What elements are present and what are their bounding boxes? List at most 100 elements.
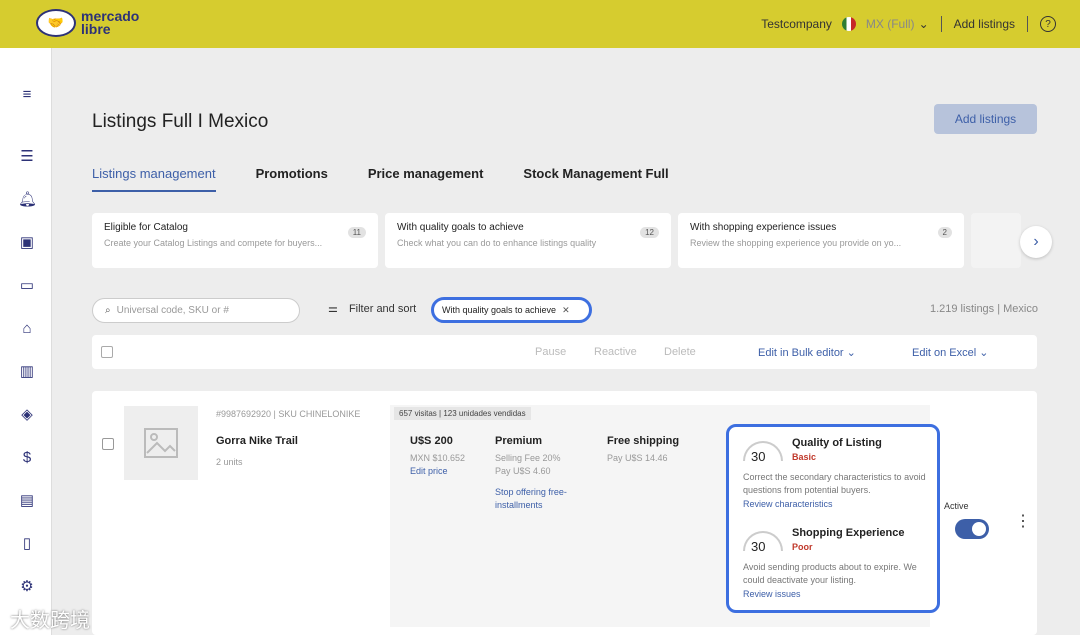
receipt-icon[interactable]: ▤ bbox=[18, 492, 36, 510]
card-eligible-catalog[interactable]: Eligible for Catalog Create your Catalog… bbox=[92, 213, 378, 268]
listings-icon[interactable]: ☰ bbox=[18, 148, 36, 166]
company-name[interactable]: Testcompany bbox=[761, 17, 832, 31]
more-options-icon[interactable]: ⋮ bbox=[1015, 511, 1031, 531]
tab-stock-management-full[interactable]: Stock Management Full bbox=[523, 166, 668, 192]
close-icon[interactable]: ✕ bbox=[562, 305, 570, 316]
tab-promotions[interactable]: Promotions bbox=[256, 166, 328, 192]
count-badge: 11 bbox=[347, 227, 366, 238]
review-characteristics-link[interactable]: Review characteristics bbox=[743, 499, 833, 509]
shipping-pay: Pay U$S 14.46 bbox=[607, 453, 668, 463]
edit-price-link[interactable]: Edit price bbox=[410, 465, 465, 478]
card-title: Eligible for Catalog bbox=[104, 222, 188, 233]
divider bbox=[940, 16, 942, 32]
shopping-experience: 30 Shopping Experience Poor Avoid sendin… bbox=[743, 527, 923, 607]
tab-price-management[interactable]: Price management bbox=[368, 166, 484, 192]
add-listings-button[interactable]: Add listings bbox=[934, 104, 1037, 134]
handshake-icon: 🤝 bbox=[36, 9, 76, 37]
chip-label: With quality goals to achieve bbox=[442, 305, 557, 315]
row-checkbox[interactable] bbox=[102, 438, 114, 450]
sliders-icon: ⚌ bbox=[328, 303, 338, 315]
selling-fee: Selling Fee 20% bbox=[495, 453, 561, 463]
plan: Premium bbox=[495, 435, 543, 447]
card-subtitle: Create your Catalog Listings and compete… bbox=[104, 238, 323, 248]
mercado-libre-logo[interactable]: 🤝 mercado libre bbox=[36, 9, 139, 37]
bell-icon[interactable]: 🔔︎ bbox=[18, 191, 37, 209]
gear-icon[interactable]: ⚙ bbox=[18, 578, 36, 596]
filter-label: Filter and sort bbox=[348, 303, 417, 315]
card-partial[interactable] bbox=[971, 213, 1021, 268]
search-placeholder: Universal code, SKU or # bbox=[116, 305, 229, 316]
score-value: 30 bbox=[751, 539, 766, 554]
top-bar: 🤝 mercado libre Testcompany MX (Full) ⌄ … bbox=[0, 0, 1080, 48]
menu-icon[interactable]: ≡ bbox=[18, 86, 36, 104]
review-issues-link[interactable]: Review issues bbox=[743, 589, 801, 599]
pause-button[interactable]: Pause bbox=[535, 346, 566, 358]
status-label: Active bbox=[944, 501, 969, 511]
quality-level: Basic bbox=[792, 452, 817, 462]
metrics-icon[interactable]: ▥ bbox=[18, 363, 36, 381]
bulk-editor-dropdown[interactable]: Edit in Bulk editor ⌄ bbox=[758, 346, 856, 359]
fee-pay: Pay U$S 4.60 bbox=[495, 466, 551, 476]
logo-text: mercado libre bbox=[81, 8, 140, 37]
quality-of-listing: 30 Quality of Listing Basic Correct the … bbox=[743, 437, 926, 517]
listings-count: 1.219 listings | Mexico bbox=[929, 303, 1038, 315]
card-shopping-experience[interactable]: With shopping experience issues Review t… bbox=[678, 213, 964, 268]
select-all-checkbox[interactable] bbox=[101, 346, 113, 358]
shipping: Free shipping bbox=[607, 435, 680, 447]
score-gauge: 30 bbox=[743, 441, 783, 467]
excel-dropdown[interactable]: Edit on Excel ⌄ bbox=[912, 346, 988, 359]
billing-icon[interactable]: $ bbox=[18, 449, 36, 467]
price-column: U$S 200 MXN $10.652 Edit price bbox=[410, 435, 465, 478]
score-gauge: 30 bbox=[743, 531, 783, 557]
sidebar: ≡ ☰ 🔔︎ ▣ ▭ ⌂ ▥ ◈ $ ▤ ▯ ⚙ bbox=[0, 48, 52, 635]
visits-badge: 657 visitas | 123 unidades vendidas bbox=[394, 407, 531, 420]
watermark: 大数跨境 bbox=[10, 610, 90, 632]
book-icon[interactable]: ▯ bbox=[18, 535, 36, 553]
quality-description: Correct the secondary characteristics to… bbox=[743, 472, 926, 495]
filter-sort-button[interactable]: ⚌ Filter and sort bbox=[328, 302, 416, 315]
help-icon[interactable]: ? bbox=[1040, 16, 1056, 32]
stop-installments-link[interactable]: Stop offering free- installments bbox=[495, 486, 567, 512]
bulk-actions-bar: Pause Reactive Delete Edit in Bulk edito… bbox=[92, 335, 1037, 369]
experience-level: Poor bbox=[792, 542, 813, 552]
active-toggle[interactable] bbox=[955, 519, 989, 539]
quality-popover: 30 Quality of Listing Basic Correct the … bbox=[726, 424, 940, 613]
card-quality-goals[interactable]: With quality goals to achieve Check what… bbox=[385, 213, 671, 268]
count-badge: 12 bbox=[640, 227, 659, 238]
count-badge: 2 bbox=[937, 227, 952, 238]
tab-bar: Listings management Promotions Price man… bbox=[92, 166, 709, 192]
filter-cards: Eligible for Catalog Create your Catalog… bbox=[92, 213, 1028, 268]
active-filter-chip[interactable]: With quality goals to achieve ✕ bbox=[431, 297, 592, 323]
country-selector[interactable]: MX (Full) bbox=[866, 17, 915, 31]
experience-title: Shopping Experience bbox=[792, 527, 905, 539]
search-icon: ⌕ bbox=[105, 305, 111, 316]
chat-icon[interactable]: ▭ bbox=[18, 277, 36, 295]
chevron-right-icon[interactable]: › bbox=[1020, 226, 1052, 258]
chevron-down-icon[interactable]: ⌄ bbox=[919, 17, 929, 31]
units: 2 units bbox=[216, 457, 243, 467]
experience-description: Avoid sending products about to expire. … bbox=[743, 562, 917, 585]
card-title: With shopping experience issues bbox=[690, 222, 837, 233]
product-name[interactable]: Gorra Nike Trail bbox=[216, 435, 298, 447]
store-icon[interactable]: ⌂ bbox=[18, 320, 36, 338]
divider bbox=[1027, 16, 1028, 32]
score-value: 30 bbox=[751, 449, 766, 464]
add-listings-link[interactable]: Add listings bbox=[954, 17, 1015, 31]
listing-id: #9987692920 | SKU CHINELONIKE bbox=[216, 409, 361, 419]
card-subtitle: Review the shopping experience you provi… bbox=[690, 238, 902, 248]
excel-label: Edit on Excel bbox=[912, 347, 977, 359]
plan-column: Premium Selling Fee 20% Pay U$S 4.60 Sto… bbox=[495, 435, 567, 512]
search-input[interactable]: ⌕ Universal code, SKU or # bbox=[92, 298, 300, 323]
tab-listings-management[interactable]: Listings management bbox=[92, 166, 216, 192]
mexico-flag-icon bbox=[841, 17, 856, 31]
image-placeholder-icon bbox=[124, 406, 198, 480]
quality-title: Quality of Listing bbox=[792, 437, 882, 449]
page-title: Listings Full I Mexico bbox=[92, 111, 269, 132]
shield-icon[interactable]: ◈ bbox=[18, 406, 36, 424]
shipping-column: Free shipping Pay U$S 14.46 bbox=[607, 435, 679, 465]
reactive-button[interactable]: Reactive bbox=[594, 346, 637, 358]
card-title: With quality goals to achieve bbox=[397, 222, 524, 233]
delete-button[interactable]: Delete bbox=[664, 346, 696, 358]
price-mxn: MXN $10.652 bbox=[410, 453, 466, 463]
box-icon[interactable]: ▣ bbox=[18, 234, 36, 252]
